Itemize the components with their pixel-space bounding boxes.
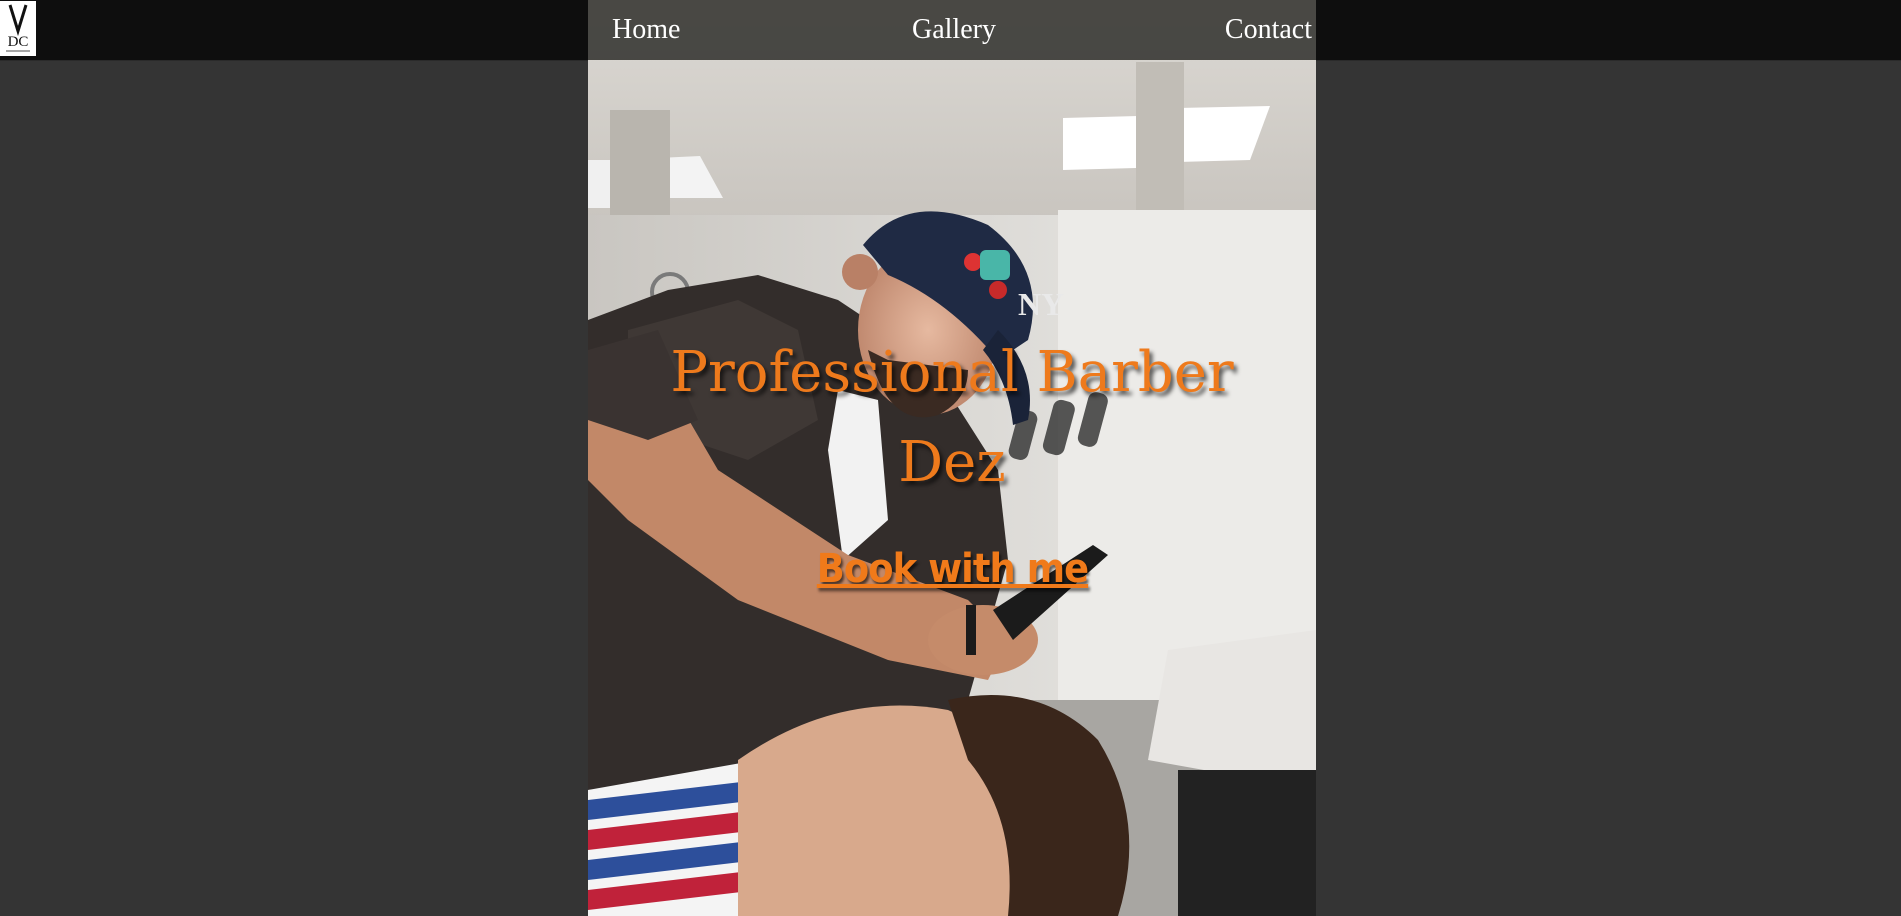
nav-link-home[interactable]: Home bbox=[612, 12, 680, 48]
nav-link-gallery[interactable]: Gallery bbox=[912, 12, 996, 48]
logo-icon[interactable]: DC bbox=[0, 1, 36, 56]
main-nav: Home Gallery Contact bbox=[588, 0, 1316, 60]
hero-title-line2: Dez bbox=[898, 430, 1006, 495]
hero-section: NY Home Gallery Contact Professional Bar… bbox=[588, 0, 1316, 916]
hero-title-line1: Professional Barber bbox=[670, 340, 1234, 405]
hero-title: Professional Barber Dez bbox=[588, 328, 1316, 508]
cta-container: Book with me bbox=[588, 546, 1316, 592]
nav-link-contact[interactable]: Contact bbox=[1225, 12, 1312, 48]
logo-text: DC bbox=[8, 34, 29, 50]
svg-text:NY: NY bbox=[1018, 286, 1064, 322]
book-with-me-link[interactable]: Book with me bbox=[816, 546, 1088, 592]
